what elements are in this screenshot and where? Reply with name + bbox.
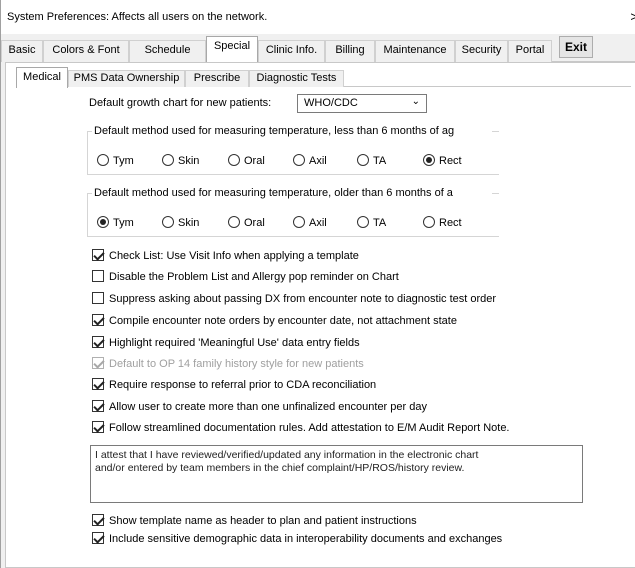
radio-under6-oral[interactable]: Oral [228, 154, 265, 167]
radio-over6-skin[interactable]: Skin [162, 216, 199, 229]
radio-over6-oral[interactable]: Oral [228, 216, 265, 229]
checkbox-checked-icon [92, 532, 104, 544]
growth-chart-select[interactable]: WHO/CDC ⌄ [297, 94, 427, 113]
checkbox-streamlined-documentation[interactable]: Follow streamlined documentation rules. … [92, 421, 510, 434]
checkbox-label: Show template name as header to plan and… [109, 515, 417, 527]
radio-icon [357, 154, 369, 166]
checkbox-checked-icon [92, 400, 104, 412]
checkbox-template-name-header[interactable]: Show template name as header to plan and… [92, 514, 417, 527]
chevron-down-icon: ⌄ [411, 96, 420, 107]
radio-over6-rect[interactable]: Rect [423, 216, 462, 229]
radio-over6-axil[interactable]: Axil [293, 216, 327, 229]
subtab-pms-data-ownership[interactable]: PMS Data Ownership [68, 70, 185, 87]
radio-icon [162, 154, 174, 166]
tab-clinic-info[interactable]: Clinic Info. [258, 40, 325, 62]
tab-basic[interactable]: Basic [1, 40, 43, 62]
radio-label: Skin [178, 217, 200, 229]
checkbox-checked-icon [92, 421, 104, 433]
radio-under6-rect[interactable]: Rect [423, 154, 462, 167]
radio-label: Axil [309, 155, 327, 167]
subtab-diagnostic-tests[interactable]: Diagnostic Tests [249, 70, 344, 87]
checkbox-multiple-unfinalized-encounters[interactable]: Allow user to create more than one unfin… [92, 400, 427, 413]
checkbox-checked-icon [92, 249, 104, 261]
tab-billing[interactable]: Billing [325, 40, 375, 62]
checkbox-compile-orders-by-date[interactable]: Compile encounter note orders by encount… [92, 314, 457, 327]
tab-colors-font[interactable]: Colors & Font [43, 40, 129, 62]
checkbox-disable-problem-list-popup[interactable]: Disable the Problem List and Allergy pop… [92, 270, 399, 283]
tab-schedule[interactable]: Schedule [129, 40, 206, 62]
radio-under6-axil[interactable]: Axil [293, 154, 327, 167]
radio-icon [162, 216, 174, 228]
radio-icon [357, 216, 369, 228]
subtab-medical[interactable]: Medical [16, 67, 68, 88]
temp-over-6mo-legend: Default method used for measuring temper… [92, 187, 492, 199]
radio-selected-icon [423, 154, 435, 166]
checkbox-label: Suppress asking about passing DX from en… [109, 293, 497, 305]
radio-icon [97, 154, 109, 166]
checkbox-label: Compile encounter note orders by encount… [109, 315, 457, 327]
radio-label: TA [373, 217, 387, 229]
checkbox-label: Allow user to create more than one unfin… [109, 401, 427, 413]
checkbox-label: Highlight required 'Meaningful Use' data… [109, 337, 360, 349]
radio-label: Axil [309, 217, 327, 229]
checkbox-label: Disable the Problem List and Allergy pop… [109, 271, 399, 283]
tab-security[interactable]: Security [455, 40, 508, 62]
checkbox-icon [92, 270, 104, 282]
checkbox-referral-before-cda[interactable]: Require response to referral prior to CD… [92, 378, 376, 391]
radio-icon [293, 154, 305, 166]
subtab-prescribe[interactable]: Prescribe [185, 70, 249, 87]
radio-label: Skin [178, 155, 200, 167]
radio-icon [293, 216, 305, 228]
checkbox-label: Require response to referral prior to CD… [109, 379, 377, 391]
checkbox-sensitive-demographic-data[interactable]: Include sensitive demographic data in in… [92, 532, 502, 545]
radio-label: Oral [244, 217, 265, 229]
radio-under6-skin[interactable]: Skin [162, 154, 199, 167]
main-tab-bar: Basic Colors & Font Schedule Special Cli… [1, 34, 635, 63]
tab-portal[interactable]: Portal [508, 40, 552, 62]
checkbox-checked-icon [92, 314, 104, 326]
sub-tab-bar: Medical PMS Data Ownership Prescribe Dia… [16, 67, 631, 88]
checkbox-checked-icon [92, 378, 104, 390]
radio-under6-tym[interactable]: Tym [97, 154, 134, 167]
tab-maintenance[interactable]: Maintenance [375, 40, 455, 62]
checkbox-check-list-visit-info[interactable]: Check List: Use Visit Info when applying… [92, 249, 359, 262]
radio-icon [228, 216, 240, 228]
checkbox-highlight-meaningful-use[interactable]: Highlight required 'Meaningful Use' data… [92, 336, 360, 349]
tab-special[interactable]: Special [206, 36, 258, 63]
radio-label: Rect [439, 155, 462, 167]
checkbox-checked-icon [92, 336, 104, 348]
radio-label: Rect [439, 217, 462, 229]
temp-under-6mo-legend: Default method used for measuring temper… [92, 125, 492, 137]
checkbox-checked-icon [92, 514, 104, 526]
radio-under6-ta[interactable]: TA [357, 154, 386, 167]
radio-label: Tym [113, 217, 134, 229]
checkbox-icon [92, 292, 104, 304]
radio-icon [228, 154, 240, 166]
checkbox-label: Include sensitive demographic data in in… [109, 533, 503, 545]
radio-over6-ta[interactable]: TA [357, 216, 386, 229]
growth-chart-label: Default growth chart for new patients: [89, 97, 272, 109]
title-bar: System Preferences: Affects all users on… [1, 0, 635, 34]
radio-selected-icon [97, 216, 109, 228]
system-preferences-window: System Preferences: Affects all users on… [0, 0, 635, 568]
growth-chart-value: WHO/CDC [304, 97, 358, 109]
checkbox-suppress-dx-passing[interactable]: Suppress asking about passing DX from en… [92, 292, 496, 305]
exit-button[interactable]: Exit [559, 36, 593, 58]
radio-label: Tym [113, 155, 134, 167]
radio-icon [423, 216, 435, 228]
temp-over-6mo-group: Default method used for measuring temper… [87, 187, 499, 237]
checkbox-label: Check List: Use Visit Info when applying… [109, 250, 359, 262]
window-title: System Preferences: Affects all users on… [7, 11, 268, 23]
attestation-textbox[interactable]: I attest that I have reviewed/verified/u… [90, 445, 583, 503]
checkbox-op14-family-history: Default to OP 14 family history style fo… [92, 357, 364, 370]
close-icon[interactable]: > [630, 9, 635, 24]
radio-label: TA [373, 155, 387, 167]
radio-label: Oral [244, 155, 265, 167]
radio-over6-tym[interactable]: Tym [97, 216, 134, 229]
checkbox-label: Default to OP 14 family history style fo… [109, 358, 364, 370]
checkbox-label: Follow streamlined documentation rules. … [109, 422, 510, 434]
temp-under-6mo-group: Default method used for measuring temper… [87, 125, 499, 175]
checkbox-checked-icon [92, 357, 104, 369]
